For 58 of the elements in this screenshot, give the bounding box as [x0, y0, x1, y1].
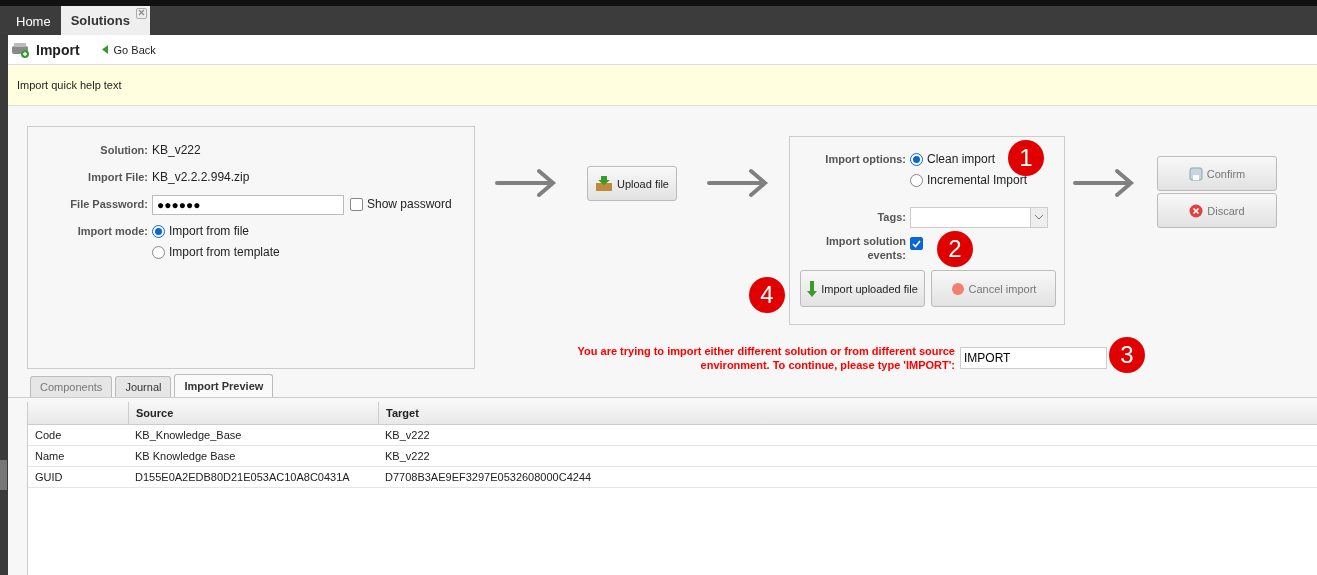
confirm-text-field[interactable]: IMPORT	[960, 347, 1107, 369]
number-badge: 3	[1109, 337, 1145, 373]
field-label: Solution:	[99, 143, 148, 158]
column-header: Target	[378, 402, 1317, 424]
tags-select[interactable]	[910, 207, 1048, 228]
table-cell-text: D155E0A2EDB80D21E053AC10A8C0431A	[134, 470, 351, 485]
flow-arrow	[707, 168, 769, 198]
radio-button[interactable]	[152, 246, 165, 259]
table-cell-text: KB_v222	[384, 428, 431, 443]
down-arrow-icon	[807, 280, 818, 297]
page-title: Import	[36, 41, 80, 58]
upload-icon	[595, 175, 613, 192]
go-back-link[interactable]: Go Back	[101, 43, 156, 56]
column-header: Source	[128, 402, 378, 424]
events-checkbox[interactable]	[910, 237, 923, 250]
stop-icon	[950, 281, 965, 296]
flow-arrow	[1073, 168, 1135, 198]
import-icon	[12, 41, 30, 58]
radio-button[interactable]	[910, 153, 923, 166]
app-tab[interactable]: Solutions	[60, 6, 150, 35]
table-cell-text: KB Knowledge Base	[134, 449, 237, 464]
panel-tab[interactable]: Journal	[115, 376, 172, 397]
table-cell-text: KB_v222	[384, 449, 431, 464]
table-cell-text: D7708B3AE9EF3297E0532608000C4244	[384, 470, 593, 485]
help-text: Import quick help text	[8, 65, 1317, 106]
back-arrow-icon	[101, 45, 108, 54]
option-label[interactable]: Clean import	[927, 149, 996, 170]
number-badge: 1	[1008, 140, 1044, 176]
panel-tab[interactable]: Import Preview	[174, 374, 274, 397]
field-value: KB_v2.2.2.994.zip	[152, 169, 251, 186]
field-label: File Password:	[69, 197, 148, 212]
field-value: KB_v222	[152, 142, 202, 159]
warning-text: You are trying to import either different solution or from different source environment. To continue, please type 'IMPORT':	[576, 344, 955, 372]
flow-arrow	[495, 168, 557, 198]
option-label[interactable]: Import from file	[169, 221, 249, 242]
import-uploaded-file-button[interactable]: Import uploaded file	[800, 270, 925, 307]
table-cell-text: Name	[34, 449, 66, 464]
field-label: Import solution events:	[824, 234, 906, 262]
radio-button[interactable]	[152, 225, 165, 238]
number-badge: 4	[749, 277, 785, 313]
close-icon[interactable]	[135, 8, 147, 19]
password-field[interactable]: ●●●●●●	[152, 194, 344, 215]
option-label[interactable]: Import from template	[169, 242, 280, 263]
number-badge: 2	[937, 231, 973, 267]
upload-file-button[interactable]: Upload file	[587, 166, 677, 201]
field-label: Import options:	[824, 152, 906, 167]
cancel-icon	[1189, 203, 1204, 218]
table-cell-text: GUID	[34, 470, 64, 485]
field-label: Import File:	[87, 170, 148, 185]
table-cell-text: KB_Knowledge_Base	[134, 428, 243, 443]
field-label: Tags:	[876, 210, 906, 225]
field-label: Import mode:	[76, 224, 148, 239]
app-tab[interactable]: Home	[6, 8, 61, 35]
radio-button[interactable]	[910, 174, 923, 187]
show-password-checkbox[interactable]: Show password	[350, 194, 452, 215]
table-cell-text: Code	[34, 428, 63, 443]
caret-icon	[1035, 215, 1043, 220]
splitter-handle[interactable]	[0, 460, 7, 490]
